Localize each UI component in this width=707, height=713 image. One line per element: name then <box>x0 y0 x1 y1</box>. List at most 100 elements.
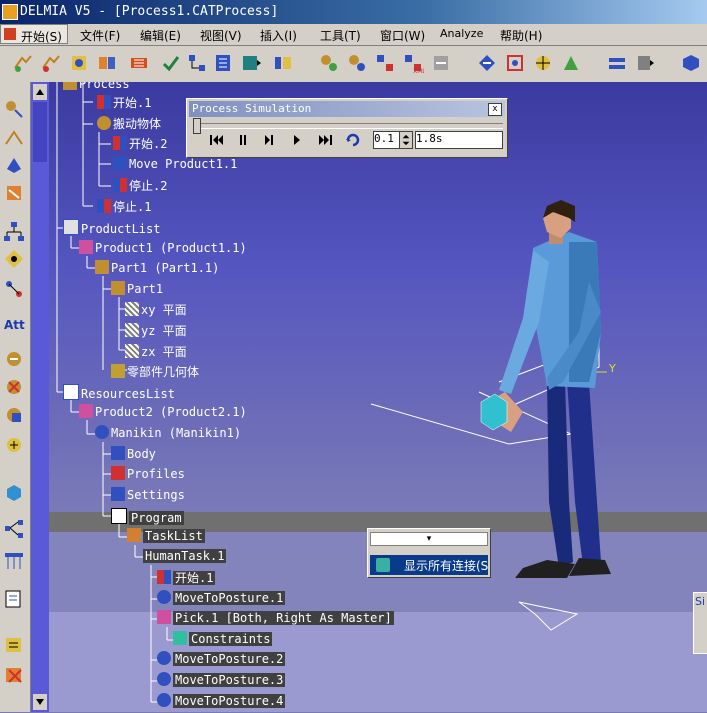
tree-node-program[interactable]: Program <box>111 508 184 526</box>
process-tool-8-icon[interactable] <box>212 52 234 74</box>
left-tool-16-icon[interactable] <box>3 634 25 656</box>
left-tool-15-icon[interactable] <box>3 588 25 610</box>
process-tool-7-icon[interactable] <box>186 52 208 74</box>
tree-node-start-1b[interactable]: 开始.1 <box>157 569 216 587</box>
view-tool-6-icon[interactable] <box>634 52 656 74</box>
left-tool-8-icon[interactable] <box>3 348 25 370</box>
tree-node-task-list[interactable]: TaskList <box>127 528 205 546</box>
tree-node-part-body[interactable]: 零部件几何体 <box>111 363 199 381</box>
menu-tools[interactable]: 工具(T) <box>320 27 361 44</box>
tree-node-manikin[interactable]: Manikin (Manikin1) <box>95 425 241 443</box>
tree-node-start-2[interactable]: 开始.2 <box>113 135 167 153</box>
view-tool-3-icon[interactable] <box>532 52 554 74</box>
attribute-tool-label[interactable]: Att <box>4 318 25 332</box>
simulation-close-button[interactable]: x <box>488 103 502 116</box>
process-tool-1-icon[interactable] <box>12 52 34 74</box>
tree-node-start-1[interactable]: 开始.1 <box>97 94 151 112</box>
simulation-time-field[interactable]: 1.8s <box>415 131 503 149</box>
tree-node-yz-plane[interactable]: yz 平面 <box>125 322 187 340</box>
tree-node-product1[interactable]: Product1 (Product1.1) <box>79 240 247 258</box>
left-tool-7-icon[interactable] <box>3 278 25 300</box>
view-tool-5-icon[interactable] <box>606 52 628 74</box>
left-tool-2-icon[interactable] <box>3 126 25 148</box>
tree-node-stop-1[interactable]: 停止.1 <box>97 198 151 216</box>
tree-node-constraints[interactable]: Constraints <box>173 631 273 649</box>
left-tool-1-icon[interactable] <box>3 98 25 120</box>
pause-icon[interactable] <box>233 131 253 149</box>
tree-node-stop-2[interactable]: 停止.2 <box>113 177 167 195</box>
simulation-panel-caption[interactable]: Process Simulation x <box>189 101 505 117</box>
tree-node-process[interactable]: Process <box>63 82 130 94</box>
process-tool-2-icon[interactable] <box>40 52 62 74</box>
process-tool-4-icon[interactable] <box>96 52 118 74</box>
process-tool-6-icon[interactable] <box>160 52 182 74</box>
scroll-thumb[interactable] <box>33 102 47 162</box>
menu-analyze[interactable]: Analyze <box>440 27 483 40</box>
menu-window[interactable]: 窗口(W) <box>380 27 425 44</box>
tree-node-human-task[interactable]: HumanTask.1 <box>143 549 227 567</box>
simulation-timeline-slider[interactable] <box>193 118 503 134</box>
resource-tool-3-icon[interactable] <box>374 52 396 74</box>
context-menu-dropdown[interactable]: ▾ <box>370 532 488 546</box>
process-tool-10-icon[interactable] <box>272 52 294 74</box>
3d-viewport[interactable]: Y Process 开始.1 搬动物体 开始.2 Move Product1.1… <box>49 82 707 712</box>
step-forward-icon[interactable] <box>259 131 279 149</box>
menu-help[interactable]: 帮助(H) <box>500 27 542 44</box>
tree-node-move-product[interactable]: Move Product1.1 <box>113 156 237 174</box>
resource-tool-5-icon[interactable] <box>430 52 452 74</box>
left-tool-9-icon[interactable] <box>3 376 25 398</box>
process-tool-9-icon[interactable] <box>240 52 262 74</box>
loop-icon[interactable] <box>343 131 363 149</box>
rewind-to-start-icon[interactable] <box>207 131 227 149</box>
tree-node-move-to-posture-2[interactable]: MoveToPosture.2 <box>157 651 286 669</box>
tree-scrollbar[interactable] <box>31 82 49 712</box>
view-tool-1-icon[interactable] <box>476 52 498 74</box>
tree-node-product2[interactable]: Product2 (Product2.1) <box>79 404 247 422</box>
resource-tool-2-icon[interactable] <box>346 52 368 74</box>
resource-tool-4-icon[interactable]: XML <box>402 52 426 75</box>
tree-node-move-to-posture-4[interactable]: MoveToPosture.4 <box>157 693 286 711</box>
tree-node-move-object[interactable]: 搬动物体 <box>97 115 161 133</box>
tree-node-xy-plane[interactable]: xy 平面 <box>125 301 187 319</box>
tree-node-move-to-posture-1[interactable]: MoveToPosture.1 <box>157 590 286 608</box>
edge-panel[interactable]: Si <box>693 592 707 654</box>
step-size-input[interactable]: 0.1 <box>373 131 401 149</box>
process-tool-5-icon[interactable] <box>128 52 150 74</box>
tree-node-body[interactable]: Body <box>111 446 156 464</box>
step-size-spinner[interactable] <box>399 131 413 149</box>
left-tool-14-icon[interactable] <box>3 550 25 572</box>
process-tool-3-icon[interactable] <box>68 52 90 74</box>
left-tool-17-icon[interactable] <box>3 664 25 686</box>
menu-file[interactable]: 文件(F) <box>80 27 120 44</box>
tree-node-part1-instance[interactable]: Part1 (Part1.1) <box>95 260 219 278</box>
tree-node-profiles[interactable]: Profiles <box>111 466 185 484</box>
scroll-down-icon[interactable] <box>33 694 47 710</box>
scroll-up-icon[interactable] <box>33 84 47 100</box>
view-tool-7-icon[interactable] <box>680 52 702 74</box>
left-tool-4-icon[interactable] <box>3 182 25 204</box>
menu-insert[interactable]: 插入(I) <box>260 27 297 44</box>
left-tool-11-icon[interactable] <box>3 434 25 456</box>
timeline-knob[interactable] <box>193 118 201 134</box>
show-all-connections-item[interactable]: 显示所有连接(S <box>370 555 488 575</box>
tree-node-move-to-posture-3[interactable]: MoveToPosture.3 <box>157 672 286 690</box>
left-tool-5-icon[interactable] <box>3 220 25 242</box>
tree-node-pick-1[interactable]: Pick.1 [Both, Right As Master] <box>157 610 394 628</box>
left-tool-13-icon[interactable] <box>3 518 25 540</box>
left-tool-3-icon[interactable] <box>3 154 25 176</box>
tree-node-product-list[interactable]: ProductList <box>63 219 160 237</box>
left-tool-10-icon[interactable] <box>3 404 25 426</box>
tree-node-resources-list[interactable]: ResourcesList <box>63 384 175 402</box>
fast-forward-to-end-icon[interactable] <box>315 131 335 149</box>
resource-tool-1-icon[interactable] <box>318 52 340 74</box>
left-tool-12-icon[interactable] <box>3 482 25 504</box>
left-tool-6-icon[interactable] <box>3 248 25 270</box>
view-tool-2-icon[interactable] <box>504 52 526 74</box>
tree-node-settings[interactable]: Settings <box>111 487 185 505</box>
start-menu-button[interactable]: 开始(S) <box>0 24 68 44</box>
tree-node-part1[interactable]: Part1 <box>111 281 163 299</box>
view-tool-4-icon[interactable] <box>560 52 582 74</box>
menu-edit[interactable]: 编辑(E) <box>140 27 181 44</box>
tree-node-zx-plane[interactable]: zx 平面 <box>125 343 187 361</box>
menu-view[interactable]: 视图(V) <box>200 27 242 44</box>
